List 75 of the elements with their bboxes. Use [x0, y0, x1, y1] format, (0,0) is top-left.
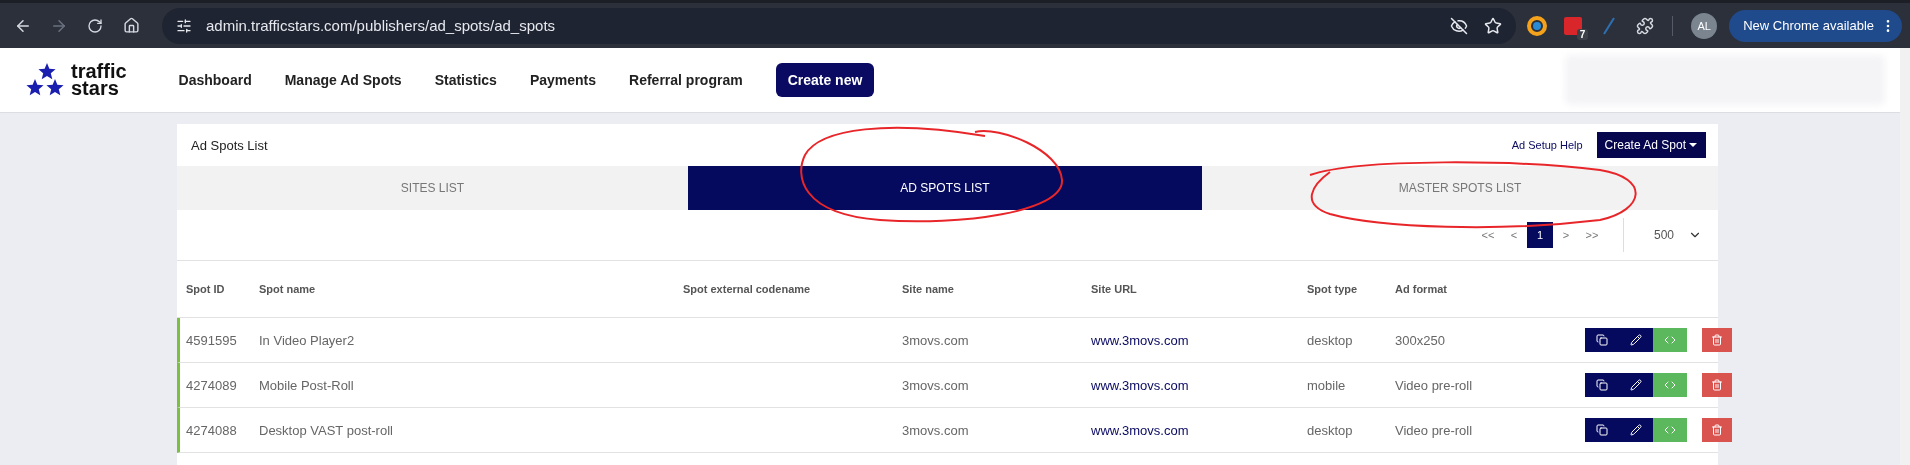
trash-icon	[1711, 424, 1723, 436]
trash-icon	[1711, 334, 1723, 346]
pagination-link[interactable]: <	[1501, 222, 1527, 248]
pagination-link[interactable]: >	[1553, 222, 1579, 248]
create-new-button[interactable]: Create new	[775, 63, 875, 97]
nav-link[interactable]: Payments	[529, 72, 597, 88]
copy-button[interactable]	[1585, 418, 1619, 442]
column-header: Spot name	[259, 283, 317, 295]
table-cell-text: 4591595	[186, 332, 238, 348]
delete-button[interactable]	[1702, 373, 1732, 397]
tab[interactable]: AD SPOTS LIST	[688, 166, 1202, 210]
profile-avatar[interactable]: AL	[1691, 12, 1718, 39]
tab[interactable]: SITES LIST	[177, 166, 688, 210]
code-icon	[1664, 334, 1676, 346]
pagination-link[interactable]: 1	[1527, 222, 1553, 248]
pencil-icon	[1630, 379, 1642, 391]
help-link[interactable]: Ad Setup Help	[1511, 139, 1583, 151]
edit-button[interactable]	[1619, 418, 1653, 442]
scrollbar[interactable]	[1900, 48, 1910, 465]
pagination-link[interactable]: <<	[1475, 222, 1501, 248]
copy-button[interactable]	[1585, 328, 1619, 352]
table-cell-text: 3movs.com	[902, 422, 970, 438]
table-cell-text: Video pre-roll	[1395, 377, 1474, 393]
nav-link[interactable]: Referral program	[629, 72, 743, 88]
code-icon	[1664, 379, 1676, 391]
copy-icon	[1596, 334, 1608, 346]
table-cell-text: mobile	[1307, 377, 1347, 393]
copy-icon	[1596, 379, 1608, 391]
caret-icon	[1688, 141, 1698, 149]
table-cell-text: 4274089	[186, 377, 238, 393]
page-size-select[interactable]: 500	[1644, 220, 1702, 250]
column-header: Spot type	[1307, 283, 1359, 295]
table-cell-text: desktop	[1307, 332, 1354, 348]
nav-link[interactable]: Dashboard	[178, 72, 252, 88]
table-cell-text: desktop	[1307, 422, 1354, 438]
create-ad-spot-button[interactable]: Create Ad Spot	[1596, 132, 1706, 158]
column-header: Spot ID	[186, 283, 226, 295]
table-cell-text: 300x250	[1395, 332, 1446, 348]
table-cell-text: In Video Player2	[259, 332, 356, 348]
site-link[interactable]: www.3movs.com	[1091, 332, 1307, 348]
address-bar[interactable]: admin.trafficstars.com/publishers/ad_spots/ad_spots	[162, 7, 1517, 44]
table-cell-text: Video pre-roll	[1395, 422, 1474, 438]
column-header: Site URL	[1091, 283, 1138, 295]
trash-icon	[1711, 379, 1723, 391]
column-header: Spot external codename	[683, 283, 812, 295]
edit-button[interactable]	[1619, 328, 1653, 352]
column-header: Site name	[902, 283, 955, 295]
pencil-icon	[1630, 424, 1642, 436]
url-text: admin.trafficstars.com/publishers/ad_spots/ad_spots	[206, 17, 556, 34]
delete-button[interactable]	[1702, 328, 1732, 352]
table-cell-text: 3movs.com	[902, 377, 970, 393]
logo-text: traffic stars	[71, 63, 127, 97]
tab[interactable]: MASTER SPOTS LIST	[1202, 166, 1718, 210]
copy-icon	[1596, 424, 1608, 436]
nav-link[interactable]: Statistics	[434, 72, 497, 88]
column-header: Ad format	[1395, 283, 1448, 295]
bookmark-star-icon[interactable]	[1484, 16, 1503, 35]
site-link[interactable]: www.3movs.com	[1091, 377, 1307, 393]
pencil-icon	[1630, 334, 1642, 346]
update-button[interactable]: New Chrome available	[1729, 9, 1902, 42]
table-cell-text: 4274088	[186, 422, 238, 438]
edit-button[interactable]	[1619, 373, 1653, 397]
code-icon	[1664, 424, 1676, 436]
site-settings-icon[interactable]	[176, 17, 192, 34]
card-title: Ad Spots List	[191, 137, 268, 153]
pagination-link[interactable]: >>	[1579, 222, 1605, 248]
table-cell-text: Desktop VAST post-roll	[259, 422, 394, 438]
eye-off-icon[interactable]	[1450, 16, 1469, 35]
table-cell-text: 3movs.com	[902, 332, 970, 348]
copy-button[interactable]	[1585, 373, 1619, 397]
site-link[interactable]: www.3movs.com	[1091, 422, 1307, 438]
nav-link[interactable]: Manage Ad Spots	[284, 72, 402, 88]
delete-button[interactable]	[1702, 418, 1732, 442]
table-cell-text: Mobile Post-Roll	[259, 377, 355, 393]
extension-badge: 7	[1576, 28, 1589, 40]
